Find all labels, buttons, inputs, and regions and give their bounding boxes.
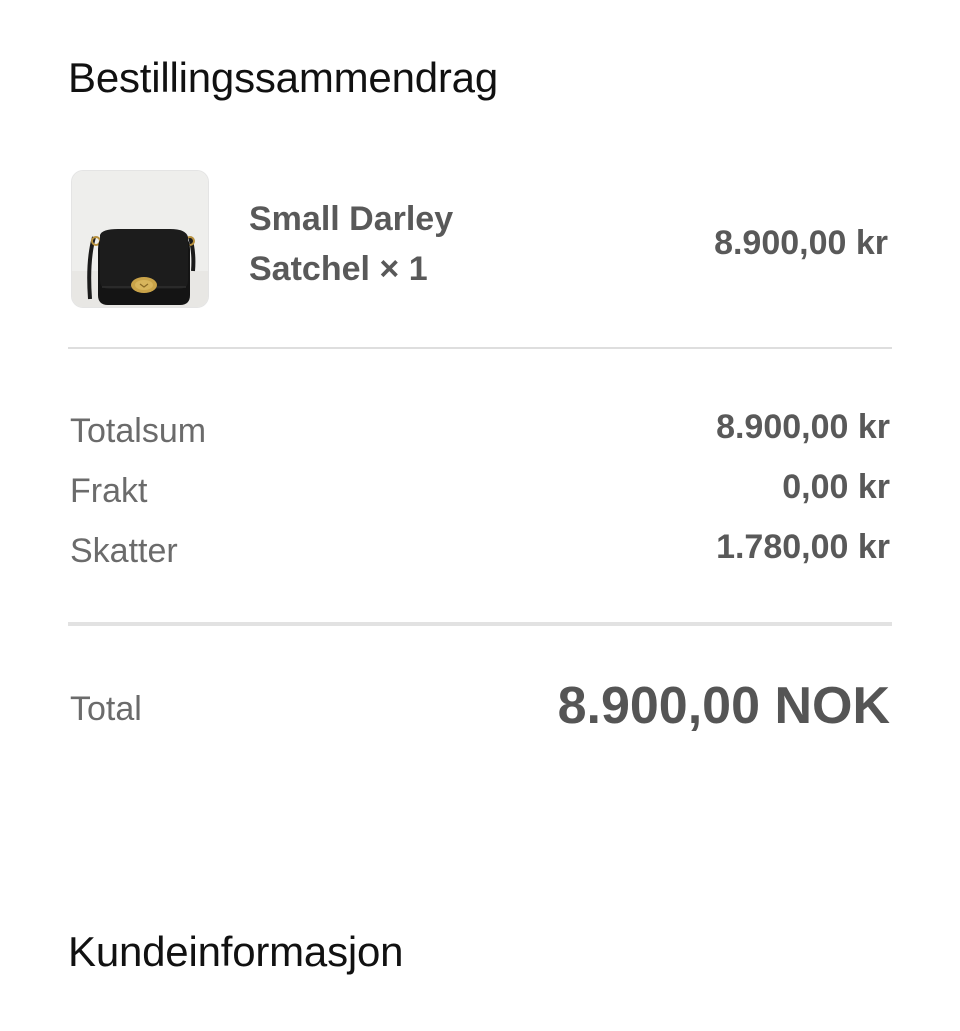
- divider: [68, 622, 892, 626]
- grand-total-row: Total 8.900,00 NOK: [68, 670, 890, 750]
- subtotal-label: Totalsum: [70, 412, 207, 450]
- shipping-value: 0,00 kr: [782, 468, 890, 506]
- product-thumbnail[interactable]: [71, 170, 209, 308]
- shipping-row: Frakt 0,00 kr: [68, 465, 890, 525]
- subtotal-row: Totalsum 8.900,00 kr: [68, 405, 890, 465]
- totals-breakdown: Totalsum 8.900,00 kr Frakt 0,00 kr Skatt…: [68, 405, 890, 585]
- shipping-label: Frakt: [70, 472, 148, 510]
- taxes-value: 1.780,00 kr: [716, 528, 890, 566]
- satchel-bag-image: [72, 171, 208, 307]
- order-confirmation-page: Bestillingssammendrag Small Darley Satch…: [0, 0, 960, 1031]
- product-price: 8.900,00 kr: [714, 224, 888, 262]
- customer-info-title: Kundeinformasjon: [68, 928, 404, 975]
- order-summary-title: Bestillingssammendrag: [68, 54, 498, 101]
- order-item-row: Small Darley Satchel × 1 8.900,00 kr: [68, 168, 892, 310]
- grand-total-label: Total: [70, 690, 142, 728]
- grand-total-value: 8.900,00 NOK: [557, 677, 890, 735]
- taxes-row: Skatter 1.780,00 kr: [68, 525, 890, 585]
- subtotal-value: 8.900,00 kr: [716, 408, 890, 446]
- divider: [68, 347, 892, 349]
- product-name: Small Darley Satchel × 1: [249, 200, 454, 288]
- taxes-label: Skatter: [70, 532, 178, 570]
